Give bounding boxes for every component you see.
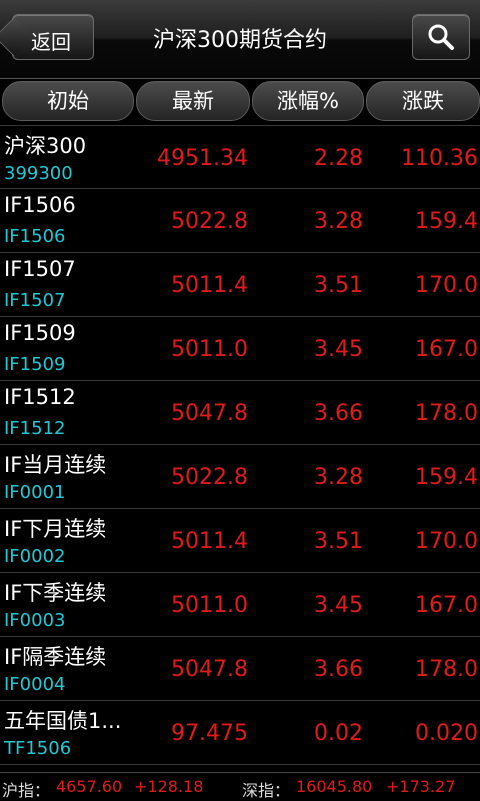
contract-name: IF隔季连续 <box>4 645 107 669</box>
latest-price: 5022.8 <box>171 465 248 490</box>
search-button[interactable] <box>412 14 470 60</box>
contract-name: IF1509 <box>4 321 76 345</box>
table-row[interactable]: IF隔季连续 IF0004 5047.8 3.66 178.0 <box>0 637 480 701</box>
change-percent: 3.66 <box>314 401 363 426</box>
shenzhen-index-label: 深指： <box>242 781 291 800</box>
table-row[interactable]: IF当月连续 IF0001 5022.8 3.28 159.4 <box>0 445 480 509</box>
contract-code: IF1506 <box>4 226 66 247</box>
latest-price: 97.475 <box>171 721 248 746</box>
contract-name: 沪深300 <box>4 134 87 158</box>
page-title: 沪深300期货合约 <box>153 28 327 53</box>
change-value: 167.0 <box>415 593 478 618</box>
shanghai-index-change: +128.18 <box>134 777 204 796</box>
latest-price: 5011.4 <box>171 529 248 554</box>
latest-price: 5047.8 <box>171 401 248 426</box>
contract-code: IF1509 <box>4 354 66 375</box>
contract-code: IF0003 <box>4 610 66 631</box>
back-button[interactable]: 返回 <box>12 14 94 60</box>
table-row[interactable]: IF1506 IF1506 5022.8 3.28 159.4 <box>0 189 480 253</box>
title-bar: 返回 沪深300期货合约 <box>0 0 480 79</box>
contract-code: TF1506 <box>4 738 72 759</box>
table-row[interactable]: IF1512 IF1512 5047.8 3.66 178.0 <box>0 381 480 445</box>
latest-price: 4951.34 <box>157 146 248 171</box>
index-ticker-bar: 沪指： 4657.60 +128.18 深指： 16045.80 +173.27 <box>0 772 480 801</box>
column-header-bar: 初始 最新 涨幅% 涨跌 <box>0 79 480 123</box>
table-row[interactable]: IF1507 IF1507 5011.4 3.51 170.0 <box>0 253 480 317</box>
search-icon <box>428 24 454 50</box>
table-row[interactable]: 五年国债1... TF1506 97.475 0.02 0.020 <box>0 701 480 765</box>
contract-name: IF当月连续 <box>4 453 107 477</box>
quote-list: 沪深300 399300 4951.34 2.28 110.36 IF1506 … <box>0 125 480 765</box>
change-value: 178.0 <box>415 401 478 426</box>
change-percent: 3.28 <box>314 209 363 234</box>
change-percent: 3.45 <box>314 337 363 362</box>
change-value: 159.4 <box>415 465 478 490</box>
change-percent: 3.66 <box>314 657 363 682</box>
latest-price: 5047.8 <box>171 657 248 682</box>
latest-price: 5011.4 <box>171 273 248 298</box>
contract-name: IF下季连续 <box>4 581 107 605</box>
column-change[interactable]: 涨跌 <box>366 81 480 121</box>
latest-price: 5022.8 <box>171 209 248 234</box>
contract-code: IF0002 <box>4 546 66 567</box>
contract-name: IF1512 <box>4 385 76 409</box>
change-value: 159.4 <box>415 209 478 234</box>
contract-code: IF0004 <box>4 674 66 695</box>
column-change-percent[interactable]: 涨幅% <box>252 81 364 121</box>
contract-name: 五年国债1... <box>4 709 122 733</box>
change-percent: 3.51 <box>314 529 363 554</box>
latest-price: 5011.0 <box>171 593 248 618</box>
table-row[interactable]: 沪深300 399300 4951.34 2.28 110.36 <box>0 125 480 189</box>
back-button-label: 返回 <box>31 30 71 54</box>
contract-name: IF下月连续 <box>4 517 107 541</box>
contract-code: IF0001 <box>4 482 66 503</box>
contract-code: IF1512 <box>4 418 66 439</box>
contract-code: 399300 <box>4 163 73 184</box>
contract-name: IF1506 <box>4 193 76 217</box>
change-percent: 3.28 <box>314 465 363 490</box>
table-row[interactable]: IF下月连续 IF0002 5011.4 3.51 170.0 <box>0 509 480 573</box>
table-row[interactable]: IF1509 IF1509 5011.0 3.45 167.0 <box>0 317 480 381</box>
shanghai-index-label: 沪指： <box>2 781 51 800</box>
change-value: 0.020 <box>415 721 478 746</box>
contract-code: IF1507 <box>4 290 66 311</box>
shenzhen-index-change: +173.27 <box>386 777 456 796</box>
change-value: 110.36 <box>401 146 478 171</box>
change-percent: 2.28 <box>314 146 363 171</box>
shanghai-index-value: 4657.60 <box>56 777 123 796</box>
change-value: 167.0 <box>415 337 478 362</box>
table-row[interactable]: IF下季连续 IF0003 5011.0 3.45 167.0 <box>0 573 480 637</box>
contract-name: IF1507 <box>4 257 76 281</box>
change-percent: 3.45 <box>314 593 363 618</box>
latest-price: 5011.0 <box>171 337 248 362</box>
change-value: 170.0 <box>415 273 478 298</box>
column-initial[interactable]: 初始 <box>2 81 134 121</box>
shenzhen-index-value: 16045.80 <box>296 777 373 796</box>
change-percent: 3.51 <box>314 273 363 298</box>
column-latest[interactable]: 最新 <box>136 81 250 121</box>
change-value: 170.0 <box>415 529 478 554</box>
change-percent: 0.02 <box>314 721 363 746</box>
change-value: 178.0 <box>415 657 478 682</box>
